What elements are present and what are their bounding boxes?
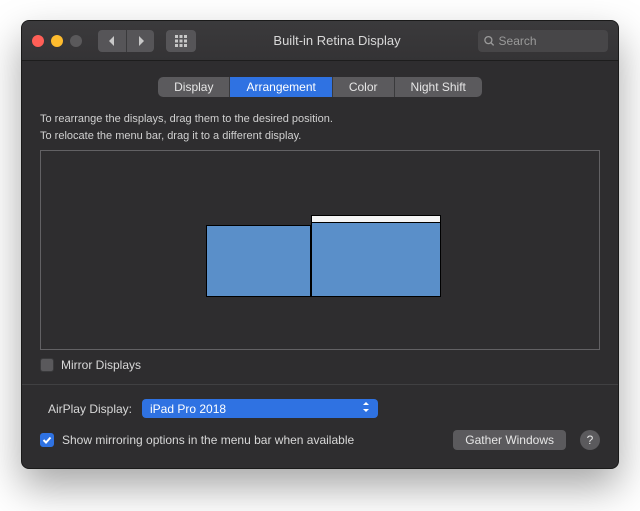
tab-display[interactable]: Display [158,77,229,97]
titlebar: Built-in Retina Display [22,21,618,61]
instructions-text: To rearrange the displays, drag them to … [40,111,600,144]
back-button[interactable] [98,30,126,52]
airplay-label: AirPlay Display: [40,402,132,416]
airplay-display-popup[interactable]: iPad Pro 2018 [142,399,378,418]
show-all-button[interactable] [166,30,196,52]
display-primary[interactable] [311,215,441,297]
updown-arrows-icon [362,401,370,416]
zoom-icon [70,35,82,47]
gather-windows-button[interactable]: Gather Windows [453,430,566,450]
display-prefs-window: Built-in Retina Display Display Arrangem… [21,20,619,469]
airplay-row: AirPlay Display: iPad Pro 2018 [40,399,600,418]
menu-bar-indicator[interactable] [312,216,440,223]
window-title: Built-in Retina Display [204,33,470,48]
show-mirroring-label: Show mirroring options in the menu bar w… [62,433,354,447]
minimize-icon[interactable] [51,35,63,47]
tab-night-shift[interactable]: Night Shift [394,77,482,97]
mirror-displays-checkbox[interactable] [40,358,54,372]
nav-back-forward [98,30,154,52]
window-controls [32,35,82,47]
help-button[interactable]: ? [580,430,600,450]
forward-button[interactable] [126,30,154,52]
divider [22,384,618,385]
search-icon [484,35,495,47]
search-field[interactable] [478,30,608,52]
instruction-line-2: To relocate the menu bar, drag it to a d… [40,128,600,145]
tab-arrangement[interactable]: Arrangement [229,77,331,97]
close-icon[interactable] [32,35,44,47]
airplay-selected-value: iPad Pro 2018 [150,402,226,416]
tab-bar: Display Arrangement Color Night Shift [40,77,600,97]
display-secondary[interactable] [206,225,311,297]
mirror-displays-row: Mirror Displays [40,358,600,372]
show-mirroring-checkbox[interactable] [40,433,54,447]
content-area: Display Arrangement Color Night Shift To… [22,61,618,468]
tab-color[interactable]: Color [332,77,394,97]
bottom-row: Show mirroring options in the menu bar w… [40,430,600,450]
instruction-line-1: To rearrange the displays, drag them to … [40,111,600,128]
mirror-displays-label: Mirror Displays [61,358,141,372]
display-arrangement-canvas[interactable] [40,150,600,350]
search-input[interactable] [499,34,602,48]
